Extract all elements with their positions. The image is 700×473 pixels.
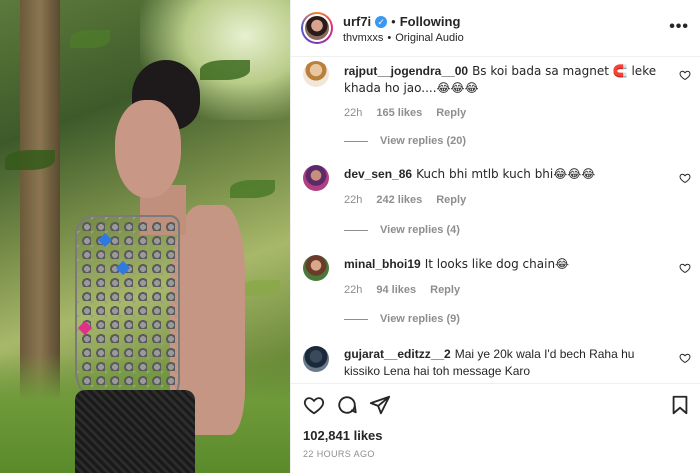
post-timestamp: 22 HOURS AGO [303, 449, 375, 459]
comment-reply-button[interactable]: Reply [430, 284, 460, 296]
post-header: urf7i ✓ • Following thvmxxs • Original A… [291, 0, 700, 57]
view-replies-button[interactable]: View replies (20) [344, 135, 466, 147]
comment-time: 22h [344, 284, 363, 296]
commenter-avatar[interactable] [303, 165, 329, 191]
audio-row: thvmxxs • Original Audio [343, 32, 464, 44]
view-replies-button[interactable]: View replies (4) [344, 224, 460, 236]
comment-username[interactable]: rajput__jogendra__00 [344, 64, 468, 78]
view-replies-label: View replies (4) [380, 224, 460, 236]
comment-text: It looks like dog chain😂 [424, 257, 570, 271]
more-options-icon[interactable]: ••• [669, 18, 689, 36]
audio-username[interactable]: thvmxxs [343, 32, 383, 44]
author-avatar[interactable] [301, 12, 333, 44]
comment-likes[interactable]: 94 likes [376, 284, 416, 296]
post-side-panel: urf7i ✓ • Following thvmxxs • Original A… [290, 0, 700, 473]
following-button[interactable]: Following [400, 14, 461, 29]
comment-meta: 22h 165 likes Reply [344, 107, 466, 119]
background-leaf [70, 30, 110, 48]
audio-label[interactable]: Original Audio [395, 32, 464, 44]
post-image[interactable] [0, 0, 290, 473]
comment-body: rajput__jogendra__00 Bs koi bada sa magne… [344, 63, 664, 97]
subject-skirt [75, 390, 195, 473]
comment-reply-button[interactable]: Reply [436, 107, 466, 119]
commenter-avatar[interactable] [303, 61, 329, 87]
background-leaf [5, 150, 55, 170]
post-likes-count[interactable]: 102,841 likes [303, 428, 383, 443]
comment-body: dev_sen_86 Kuch bhi mtlb kuch bhi😂😂😂 [344, 166, 664, 183]
separator-dot: • [391, 14, 396, 29]
heart-icon[interactable] [303, 394, 325, 416]
view-replies-label: View replies (20) [380, 135, 467, 147]
comments-list: rajput__jogendra__00 Bs koi bada sa magne… [291, 57, 700, 383]
replies-divider [344, 140, 368, 142]
comment-like-heart-icon[interactable] [679, 172, 691, 187]
commenter-avatar[interactable] [303, 346, 329, 372]
view-replies-button[interactable]: View replies (9) [344, 313, 460, 325]
author-username[interactable]: urf7i [343, 14, 371, 29]
comment-likes[interactable]: 242 likes [376, 194, 422, 206]
comment-time: 22h [344, 107, 363, 119]
post-subject [70, 55, 250, 473]
verified-badge-icon: ✓ [375, 15, 388, 28]
bookmark-icon[interactable] [669, 394, 691, 416]
comment-body: minal_bhoi19 It looks like dog chain😂 [344, 256, 664, 273]
separator-dot: • [387, 32, 392, 44]
comment-like-heart-icon[interactable] [679, 352, 691, 367]
comment-like-heart-icon[interactable] [679, 69, 691, 84]
subject-chain-top [75, 215, 180, 410]
subject-face [115, 100, 181, 198]
comment-likes[interactable]: 165 likes [376, 107, 422, 119]
comment-body: gujarat__editzz__2 Mai ye 20k wala I'd be… [344, 346, 664, 380]
comment-time: 22h [344, 194, 363, 206]
author-row: urf7i ✓ • Following [343, 14, 460, 29]
commenter-avatar[interactable] [303, 255, 329, 281]
replies-divider [344, 229, 368, 231]
comment-reply-button[interactable]: Reply [436, 194, 466, 206]
comment-text: Kuch bhi mtlb kuch bhi😂😂😂 [416, 167, 596, 181]
comment-meta: 22h 94 likes Reply [344, 284, 460, 296]
send-icon[interactable] [369, 394, 391, 416]
comment-username[interactable]: minal_bhoi19 [344, 257, 421, 271]
comment-username[interactable]: gujarat__editzz__2 [344, 347, 451, 361]
comment-icon[interactable] [336, 394, 358, 416]
replies-divider [344, 318, 368, 320]
view-replies-label: View replies (9) [380, 313, 460, 325]
comment-meta: 22h 242 likes Reply [344, 194, 466, 206]
comment-username[interactable]: dev_sen_86 [344, 167, 412, 181]
post-actions-bar [291, 383, 700, 423]
comment-like-heart-icon[interactable] [679, 262, 691, 277]
